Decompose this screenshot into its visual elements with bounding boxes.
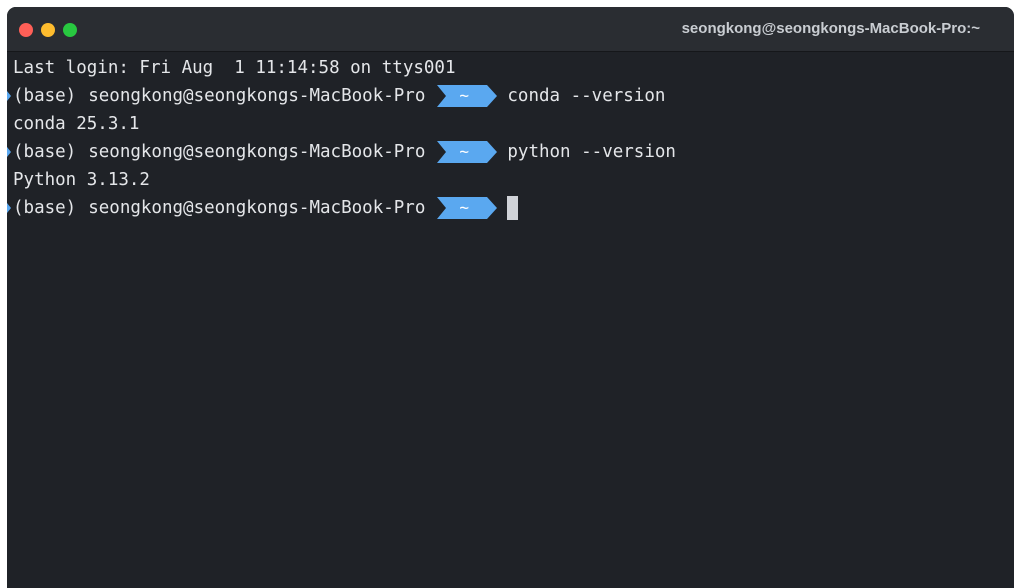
path-segment: ~ [437, 197, 498, 219]
prompt-marker-icon [7, 91, 11, 101]
command-output: Python 3.13.2 [13, 170, 150, 190]
command-text: python --version [507, 142, 676, 162]
terminal-window: seongkong@seongkongs-MacBook-Pro:~ Last … [7, 7, 1014, 588]
path-label: ~ [459, 198, 470, 217]
path-segment: ~ [437, 85, 498, 107]
conda-env-label: (base) [13, 86, 77, 106]
user-host-label: seongkong@seongkongs-MacBook-Pro [88, 198, 426, 218]
prompt-line: (base) seongkong@seongkongs-MacBook-Pro ~… [7, 138, 1014, 166]
login-line: Last login: Fri Aug 1 11:14:58 on ttys00… [13, 54, 1014, 82]
login-text: Last login: Fri Aug 1 11:14:58 on ttys00… [13, 58, 456, 78]
traffic-lights [19, 23, 77, 37]
user-host-label: seongkong@seongkongs-MacBook-Pro [88, 142, 426, 162]
close-window-button[interactable] [19, 23, 33, 37]
text-cursor[interactable] [507, 196, 519, 220]
prompt-marker-icon [7, 203, 11, 213]
path-label: ~ [459, 86, 470, 105]
minimize-window-button[interactable] [41, 23, 55, 37]
window-title: seongkong@seongkongs-MacBook-Pro:~ [681, 20, 980, 37]
command-text: conda --version [507, 86, 666, 106]
terminal-content[interactable]: Last login: Fri Aug 1 11:14:58 on ttys00… [7, 52, 1014, 588]
user-host-label: seongkong@seongkongs-MacBook-Pro [88, 86, 426, 106]
command-output: conda 25.3.1 [13, 114, 140, 134]
conda-env-label: (base) [13, 198, 77, 218]
output-line: conda 25.3.1 [13, 110, 1014, 138]
path-segment: ~ [437, 141, 498, 163]
path-label: ~ [459, 142, 470, 161]
prompt-line: (base) seongkong@seongkongs-MacBook-Pro ~… [7, 82, 1014, 110]
maximize-window-button[interactable] [63, 23, 77, 37]
title-bar[interactable]: seongkong@seongkongs-MacBook-Pro:~ [7, 7, 1014, 52]
prompt-line: (base) seongkong@seongkongs-MacBook-Pro ~ [7, 194, 1014, 222]
conda-env-label: (base) [13, 142, 77, 162]
output-line: Python 3.13.2 [13, 166, 1014, 194]
prompt-marker-icon [7, 147, 11, 157]
